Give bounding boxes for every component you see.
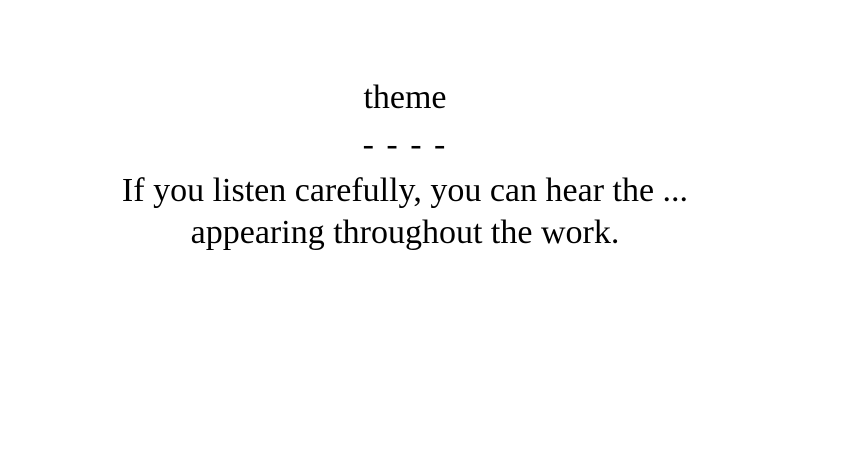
definition-text: If you listen carefully, you can hear th… <box>0 170 810 254</box>
flashcard: theme - - - - If you listen carefully, y… <box>0 0 810 475</box>
definition-line-1: If you listen carefully, you can hear th… <box>121 172 689 209</box>
definition-line-2: appearing throughout the work. <box>190 214 620 251</box>
separator-text: - - - - <box>362 126 448 163</box>
term-text: theme <box>363 79 447 116</box>
